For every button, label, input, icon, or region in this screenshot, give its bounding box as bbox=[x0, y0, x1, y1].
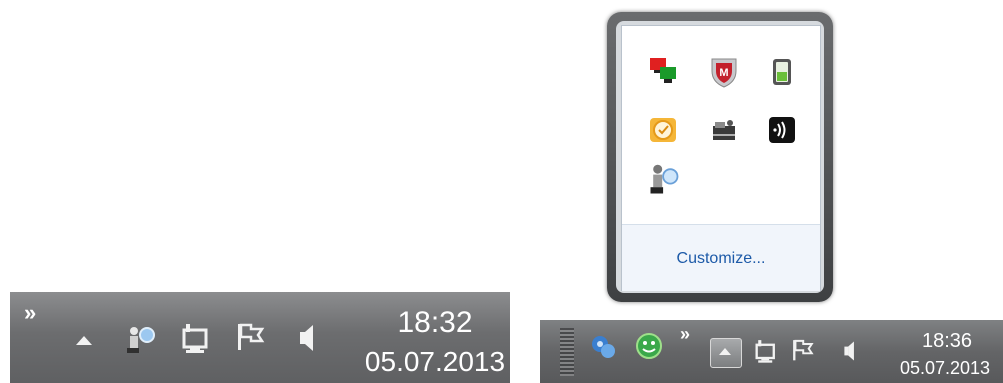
network-icon[interactable] bbox=[752, 337, 780, 365]
scanner-icon[interactable] bbox=[706, 112, 742, 148]
speaker-icon[interactable] bbox=[840, 339, 862, 363]
svg-text:M: M bbox=[719, 67, 728, 79]
network-scan-icon[interactable] bbox=[646, 162, 682, 198]
bluetooth-icon[interactable] bbox=[590, 333, 618, 361]
network-icon[interactable] bbox=[178, 320, 214, 356]
show-hidden-icons-arrow[interactable] bbox=[76, 336, 92, 345]
taskbar-left: » 18:32 05.07.2013 bbox=[10, 292, 510, 383]
battery-device-icon[interactable] bbox=[764, 54, 800, 90]
nfc-wireless-icon[interactable] bbox=[764, 112, 800, 148]
remote-desktop-icon[interactable] bbox=[646, 54, 682, 90]
notification-overflow-popup: M Customize... bbox=[607, 12, 833, 302]
clock-time[interactable]: 18:32 bbox=[370, 306, 500, 340]
mcafee-shield-icon[interactable]: M bbox=[706, 54, 742, 90]
taskbar-grip[interactable] bbox=[560, 328, 574, 376]
popup-footer: Customize... bbox=[622, 224, 820, 291]
taskbar-right: » 18:36 05.07.2013 bbox=[540, 320, 1003, 383]
clock-date[interactable]: 05.07.2013 bbox=[362, 346, 508, 378]
customize-link[interactable]: Customize... bbox=[622, 250, 820, 268]
show-hidden-icons-button[interactable] bbox=[710, 338, 742, 368]
popup-frame: M Customize... bbox=[616, 21, 824, 293]
network-scan-icon[interactable] bbox=[122, 322, 158, 358]
popup-panel: M Customize... bbox=[621, 25, 821, 291]
action-center-flag-icon[interactable] bbox=[790, 337, 818, 365]
clock-time[interactable]: 18:36 bbox=[892, 330, 1002, 353]
up-arrow-icon bbox=[719, 348, 731, 355]
smiley-app-icon[interactable] bbox=[634, 331, 664, 361]
speaker-icon[interactable] bbox=[294, 322, 324, 354]
outlook-reminder-icon[interactable] bbox=[646, 112, 682, 148]
overflow-chevron[interactable]: » bbox=[680, 324, 690, 345]
overflow-chevron[interactable]: » bbox=[24, 300, 36, 326]
clock-date[interactable]: 05.07.2013 bbox=[887, 358, 1003, 379]
action-center-flag-icon[interactable] bbox=[234, 320, 270, 356]
